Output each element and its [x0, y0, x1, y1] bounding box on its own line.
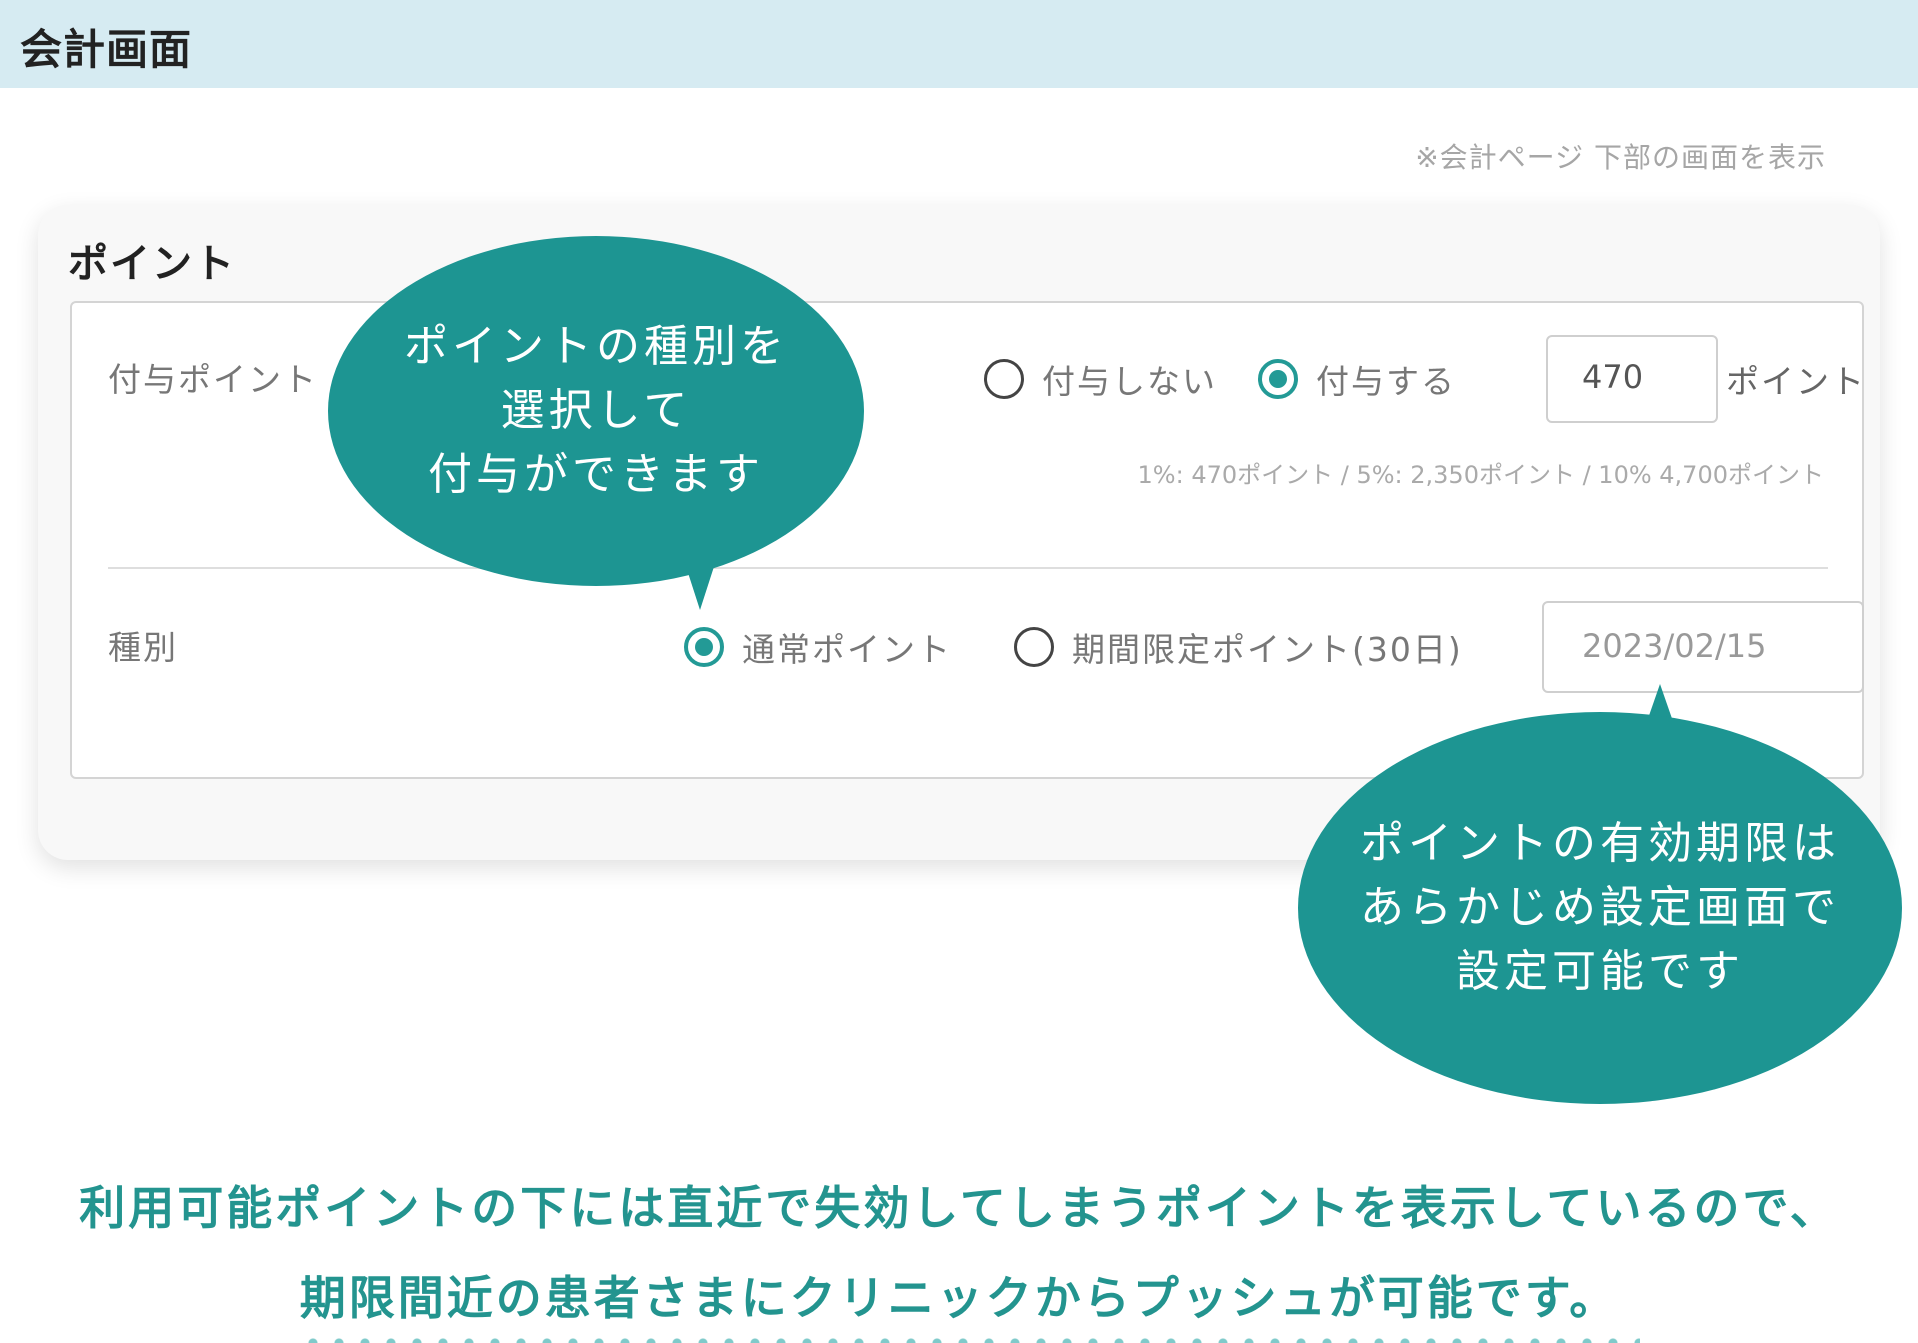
option-limited-points-label[interactable]: 期間限定ポイント(30日) — [1072, 623, 1463, 671]
type-label: 種別 — [108, 628, 178, 667]
radio-off-icon[interactable] — [984, 359, 1024, 399]
grant-points-label: 付与ポイント — [108, 360, 318, 399]
callout-point-type-tail — [680, 548, 720, 610]
callout-point-type-line3: 付与ができます — [428, 449, 764, 500]
expiry-date-input[interactable]: 2023/02/15 — [1542, 601, 1864, 693]
page-title: 会計画面 — [20, 25, 193, 74]
dotted-underline — [300, 1338, 1640, 1343]
callout-point-type: ポイントの種別を 選択して 付与ができます — [328, 236, 864, 586]
points-unit-label: ポイント — [1726, 362, 1866, 401]
option-normal-points-label[interactable]: 通常ポイント — [742, 623, 952, 671]
points-input[interactable]: 470 — [1546, 335, 1718, 423]
callout-expiry-line3: 設定可能です — [1456, 946, 1744, 997]
points-rate-hint: 1%: 470ポイント / 5%: 2,350ポイント / 10% 4,700ポ… — [1137, 461, 1824, 489]
caption-line1: 利用可能ポイントの下には直近で失効してしまうポイントを表示しているので、 — [79, 1181, 1839, 1235]
card-title: ポイント — [68, 241, 236, 287]
row-divider — [108, 567, 1828, 569]
callout-point-type-line2: 選択して — [500, 385, 692, 436]
callout-expiry-line2: あらかじめ設定画面で — [1360, 882, 1840, 933]
header-bar: 会計画面 — [0, 0, 1918, 88]
callout-expiry-line1: ポイントの有効期限は — [1360, 818, 1840, 869]
callout-expiry: ポイントの有効期限は あらかじめ設定画面で 設定可能です — [1298, 712, 1902, 1104]
option-grant-label[interactable]: 付与する — [1316, 355, 1456, 403]
radio-on-icon[interactable] — [684, 627, 724, 667]
radio-off-icon[interactable] — [1014, 627, 1054, 667]
callout-point-type-line1: ポイントの種別を — [404, 321, 788, 372]
caption-line2: 期限間近の患者さまにクリニックからプッシュが可能です。 — [299, 1271, 1619, 1325]
option-no-grant-label[interactable]: 付与しない — [1042, 355, 1217, 403]
radio-on-icon[interactable] — [1258, 359, 1298, 399]
display-note: ※会計ページ 下部の画面を表示 — [1415, 141, 1826, 174]
